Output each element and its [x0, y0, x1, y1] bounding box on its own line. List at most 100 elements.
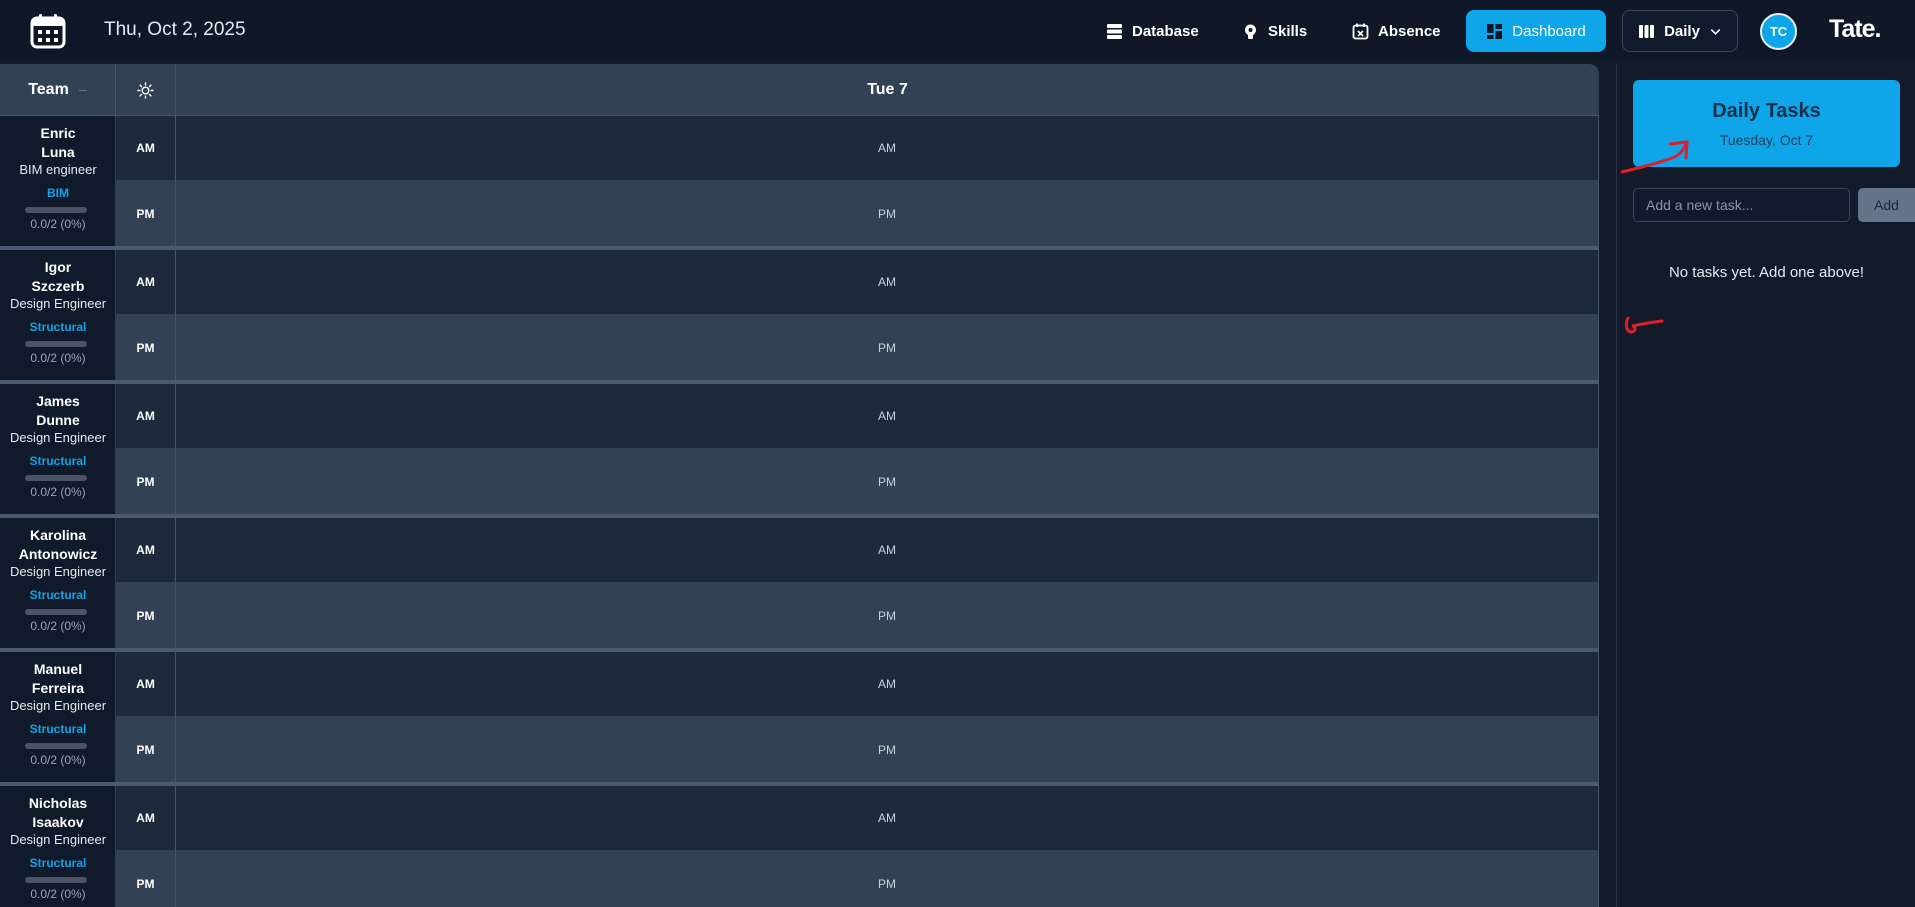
member-role: Design Engineer	[9, 430, 107, 445]
member-department: BIM	[47, 186, 69, 200]
panel-divider	[1616, 64, 1617, 907]
pm-slot[interactable]: PM	[176, 717, 1599, 782]
member-role: Design Engineer	[9, 698, 107, 713]
pm-label: PM	[116, 717, 176, 782]
member-utilization: 0.0/2 (0%)	[30, 619, 86, 633]
sun-icon	[137, 81, 154, 99]
user-avatar[interactable]: TC	[1760, 13, 1797, 50]
nav-dashboard-button[interactable]: Dashboard	[1466, 10, 1606, 52]
view-select-label: Daily	[1664, 22, 1700, 40]
am-slot[interactable]: AM	[176, 652, 1599, 717]
utilization-bar	[25, 609, 87, 615]
member-info[interactable]: Nicholas Isaakov Design Engineer Structura…	[0, 786, 116, 907]
member-role: Design Engineer	[9, 832, 107, 847]
annotation-arrow	[1620, 140, 1689, 174]
grid-header: Team Tue 7	[0, 64, 1599, 116]
member-info[interactable]: Igor Szczerb Design Engineer Structural 0.0…	[0, 250, 116, 380]
utilization-bar	[25, 877, 87, 883]
utilization-bar	[25, 207, 87, 213]
daily-tasks-title: Daily Tasks	[1712, 100, 1821, 122]
new-task-input[interactable]	[1633, 188, 1850, 222]
utilization-bar	[25, 475, 87, 481]
add-task-button[interactable]: Add	[1858, 188, 1915, 222]
am-slot[interactable]: AM	[176, 116, 1599, 181]
pm-label: PM	[116, 181, 176, 246]
member-department: Structural	[29, 722, 87, 736]
pm-slot[interactable]: PM	[176, 851, 1599, 907]
member-department: Structural	[29, 856, 87, 870]
top-bar: Thu, Oct 2, 2025 Database Skills Absence	[0, 0, 1915, 62]
utilization-bar	[25, 341, 87, 347]
calendar-icon[interactable]	[29, 12, 67, 50]
am-slot[interactable]: AM	[176, 518, 1599, 583]
collapse-icon[interactable]	[78, 89, 87, 91]
team-member-row: Igor Szczerb Design Engineer Structural 0.0…	[0, 250, 1599, 380]
member-name: Nicholas Isaakov	[28, 795, 88, 830]
pm-slot[interactable]: PM	[176, 583, 1599, 648]
database-icon	[1107, 23, 1122, 39]
pm-slot[interactable]: PM	[176, 181, 1599, 246]
utilization-bar	[25, 743, 87, 749]
team-column-header[interactable]: Team	[0, 64, 116, 116]
pm-slot[interactable]: PM	[176, 449, 1599, 514]
dashboard-icon	[1487, 23, 1503, 39]
nav-database-label: Database	[1132, 22, 1199, 40]
am-label: AM	[116, 518, 176, 583]
nav-skills-label: Skills	[1268, 22, 1308, 40]
nav-skills-button[interactable]: Skills	[1230, 10, 1319, 52]
member-name: James Dunne	[36, 393, 80, 428]
am-slot[interactable]: AM	[176, 786, 1599, 851]
member-info[interactable]: James Dunne Design Engineer Structural 0.0/…	[0, 384, 116, 514]
brand-logo: Tate.	[1829, 15, 1881, 43]
member-info[interactable]: Manuel Ferreira Design Engineer Structural…	[0, 652, 116, 782]
member-department: Structural	[29, 454, 87, 468]
current-date: Thu, Oct 2, 2025	[104, 19, 246, 40]
team-header-label: Team	[28, 81, 69, 98]
am-label: AM	[116, 384, 176, 449]
schedule-grid: Team Tue 7 Enric Luna BIM engineer BIM 0.0/…	[0, 64, 1599, 907]
member-department: Structural	[29, 320, 87, 334]
calendar-x-icon	[1352, 23, 1369, 39]
member-role: Design Engineer	[9, 564, 107, 579]
member-department: Structural	[29, 588, 87, 602]
pm-label: PM	[116, 315, 176, 380]
nav-database-button[interactable]: Database	[1094, 10, 1211, 52]
chevron-down-icon	[1710, 28, 1721, 35]
member-utilization: 0.0/2 (0%)	[30, 887, 86, 901]
day-column-header: Tue 7	[867, 81, 908, 98]
am-slot[interactable]: AM	[176, 384, 1599, 449]
lightbulb-icon	[1245, 24, 1256, 39]
member-utilization: 0.0/2 (0%)	[30, 753, 86, 767]
am-label: AM	[116, 652, 176, 717]
member-name: Manuel Ferreira	[31, 661, 85, 696]
member-role: Design Engineer	[9, 296, 107, 311]
sun-header[interactable]	[116, 64, 176, 116]
am-label: AM	[116, 786, 176, 851]
member-utilization: 0.0/2 (0%)	[30, 485, 86, 499]
columns-icon	[1639, 24, 1655, 38]
pm-slot[interactable]: PM	[176, 315, 1599, 380]
annotation-scribble	[1624, 316, 1664, 334]
team-member-row: Nicholas Isaakov Design Engineer Structura…	[0, 786, 1599, 907]
nav-absence-button[interactable]: Absence	[1340, 10, 1453, 52]
member-info[interactable]: Karolina Antonowicz Design Engineer Struct…	[0, 518, 116, 648]
member-name: Igor Szczerb	[31, 259, 85, 294]
empty-tasks-message: No tasks yet. Add one above!	[1668, 264, 1865, 281]
team-member-row: James Dunne Design Engineer Structural 0.0/…	[0, 384, 1599, 514]
pm-label: PM	[116, 583, 176, 648]
member-utilization: 0.0/2 (0%)	[30, 351, 86, 365]
am-slot[interactable]: AM	[176, 250, 1599, 315]
team-member-row: Karolina Antonowicz Design Engineer Struct…	[0, 518, 1599, 648]
team-member-row: Enric Luna BIM engineer BIM 0.0/2 (0%) AM AM P…	[0, 116, 1599, 246]
pm-label: PM	[116, 851, 176, 907]
member-info[interactable]: Enric Luna BIM engineer BIM 0.0/2 (0%)	[0, 116, 116, 246]
member-name: Karolina Antonowicz	[18, 527, 98, 562]
member-role: BIM engineer	[19, 162, 97, 177]
member-utilization: 0.0/2 (0%)	[30, 217, 86, 231]
pm-label: PM	[116, 449, 176, 514]
member-name: Enric Luna	[40, 125, 76, 160]
view-select[interactable]: Daily	[1622, 10, 1738, 52]
am-label: AM	[116, 250, 176, 315]
am-label: AM	[116, 116, 176, 181]
team-member-row: Manuel Ferreira Design Engineer Structural…	[0, 652, 1599, 782]
